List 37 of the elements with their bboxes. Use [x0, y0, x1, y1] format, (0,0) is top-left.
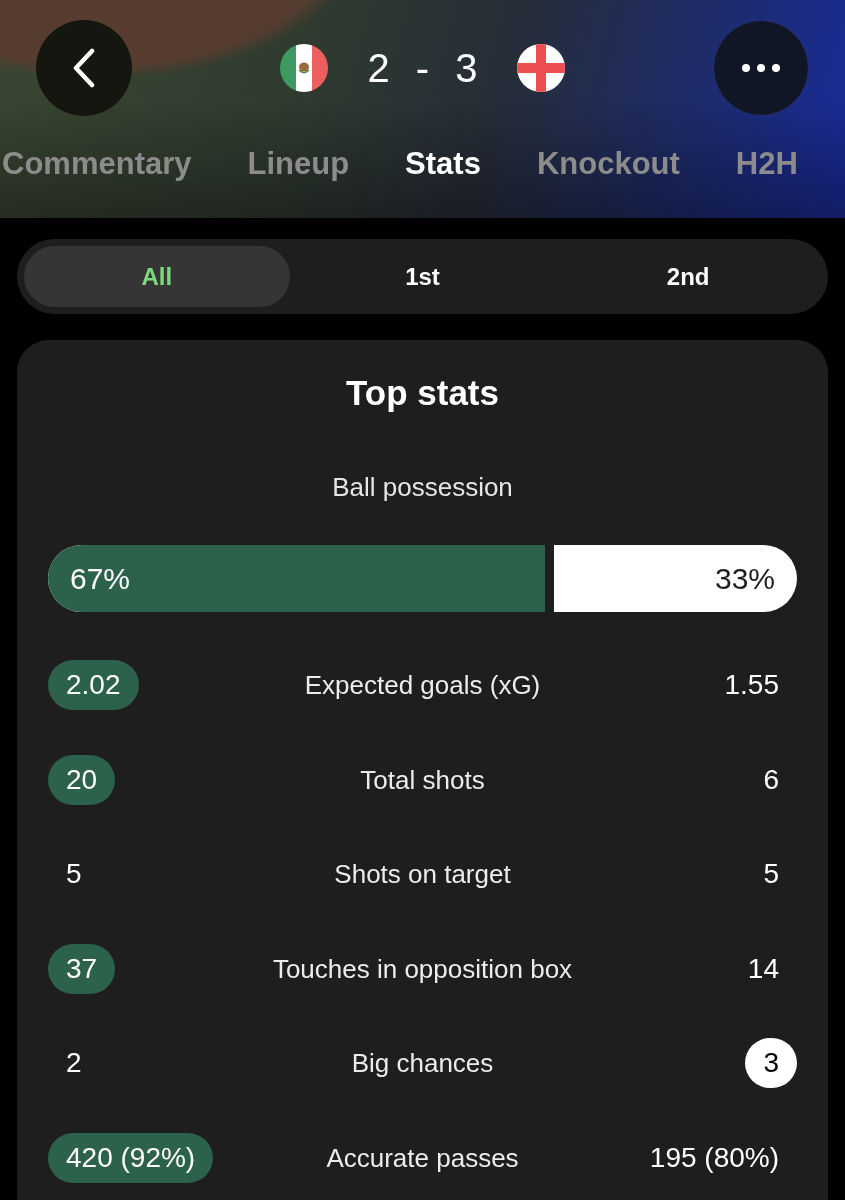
stat-value: 5	[762, 857, 780, 892]
tab[interactable]: Stats	[405, 146, 481, 182]
mexico-flag-icon	[279, 44, 328, 92]
away-possession: 33%	[714, 560, 776, 597]
stat-value: 20	[48, 754, 116, 805]
period-tab[interactable]: 2nd	[555, 246, 821, 307]
stat-label: Accurate passes	[325, 1141, 520, 1174]
stat-value: 5	[65, 857, 83, 892]
stat-label: Touches in opposition box	[271, 952, 574, 985]
stat-label: Expected goals (xG)	[303, 669, 542, 702]
tab[interactable]: Lineup	[247, 146, 350, 182]
back-icon	[72, 48, 96, 88]
home-possession: 67%	[70, 560, 131, 597]
stat-value: 2	[65, 1046, 83, 1081]
stat-value: 3	[745, 1038, 797, 1089]
more-icon	[742, 64, 780, 72]
stat-value: 1.55	[723, 668, 780, 703]
tab[interactable]: H2H	[735, 146, 798, 182]
stat-value: 2.02	[48, 660, 139, 711]
stat-value: 195 (80%)	[648, 1140, 780, 1175]
stat-label: Big chances	[350, 1047, 495, 1080]
stat-value: 37	[48, 943, 116, 994]
period-tab[interactable]: All	[24, 246, 290, 307]
stat-label: Ball possession	[332, 471, 513, 503]
card-title: Top stats	[346, 373, 499, 413]
tab[interactable]: Knockout	[536, 146, 680, 182]
stat-value: 14	[746, 951, 780, 986]
stat-value: 6	[762, 762, 780, 797]
tab[interactable]: Commentary	[2, 146, 192, 182]
home-score: 2	[367, 45, 390, 92]
away-score: 3	[455, 45, 478, 92]
stat-label: Total shots	[359, 763, 486, 796]
england-flag-icon	[517, 44, 566, 92]
period-tab[interactable]: 1st	[289, 246, 556, 307]
stat-value: 420 (92%)	[48, 1132, 214, 1183]
stat-label: Shots on target	[333, 858, 512, 891]
score-separator: -	[415, 45, 430, 92]
